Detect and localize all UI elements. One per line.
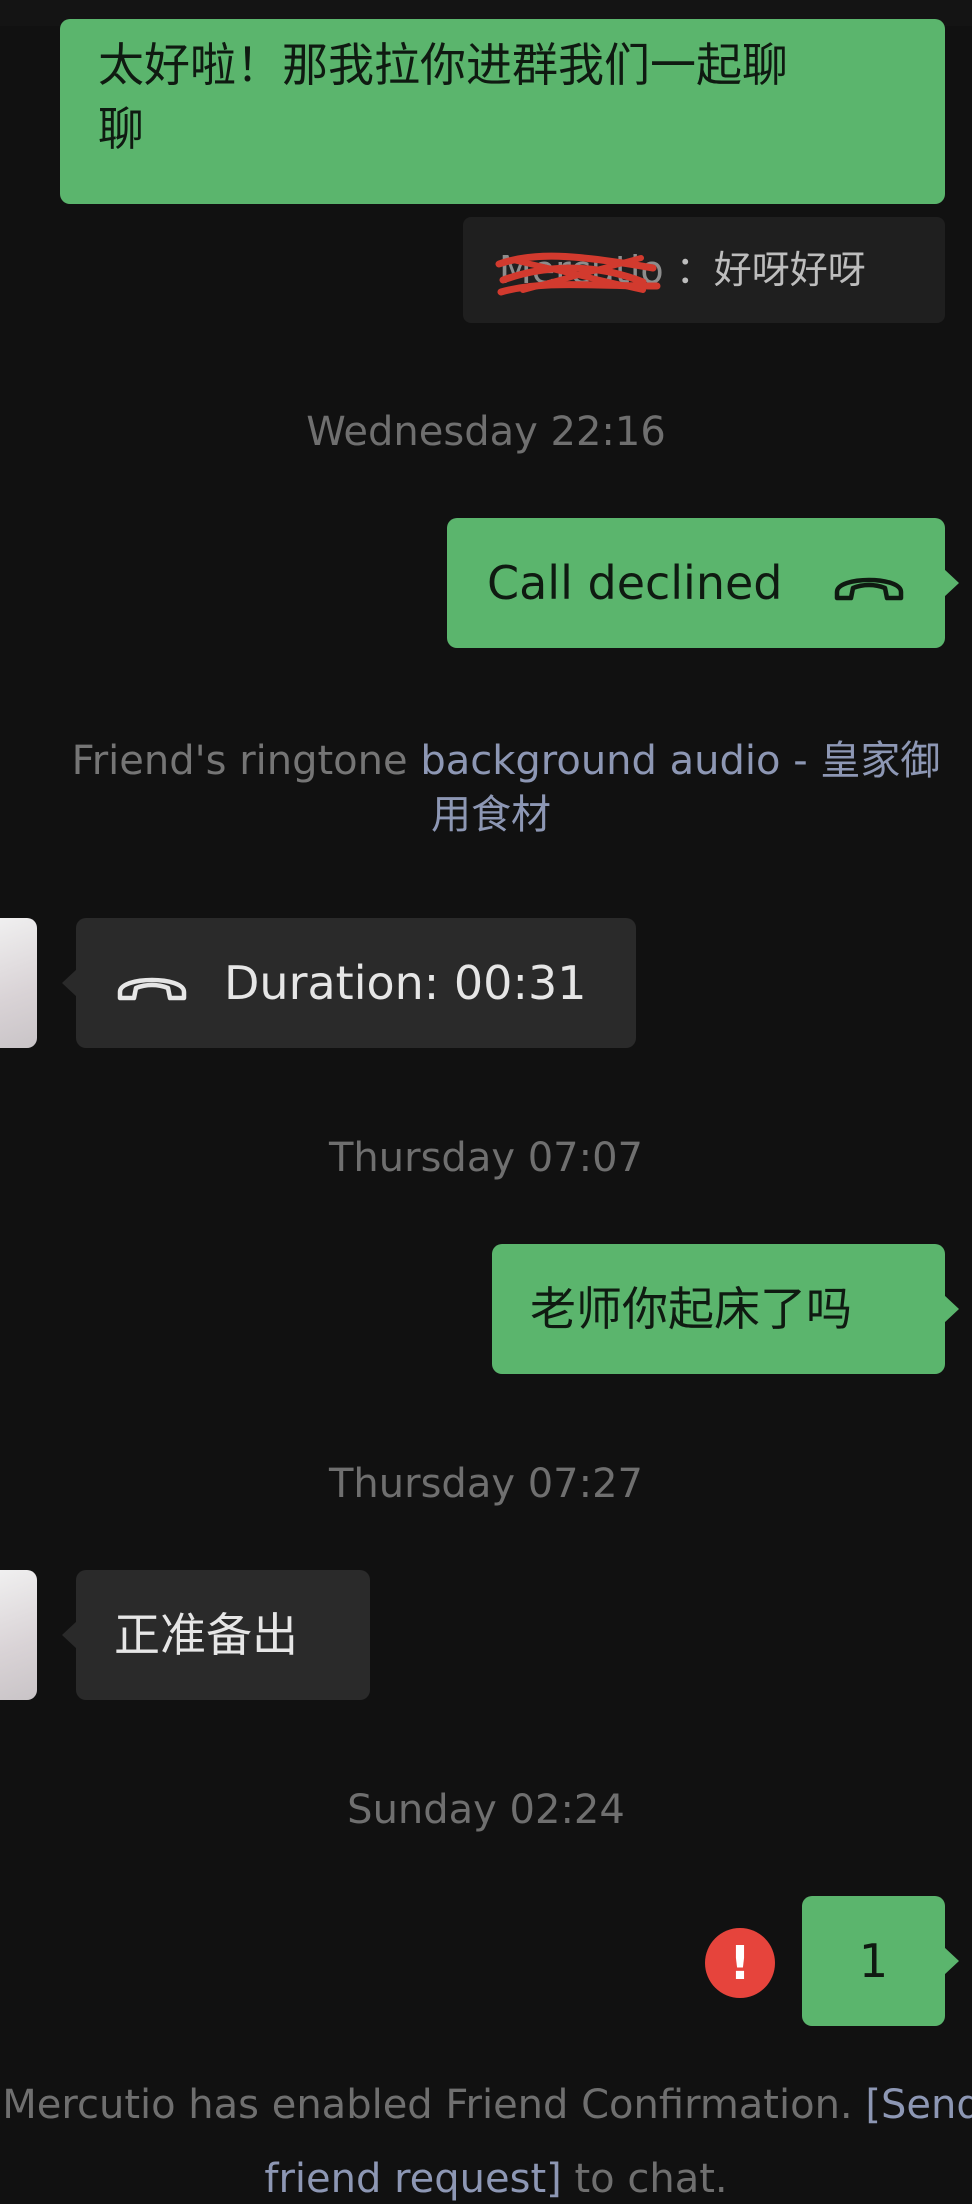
phone-hangup-icon [114, 964, 190, 1004]
ringtone-line-1: Friend's ringtone background audio - 皇家御 [40, 734, 972, 788]
message-bubble-outgoing[interactable]: 太好啦！那我拉你进群我们一起聊 聊 [60, 19, 945, 204]
ringtone-info: Friend's ringtone background audio - 皇家御… [40, 734, 972, 842]
message-text-line: 太好啦！那我拉你进群我们一起聊 [98, 38, 788, 92]
phone-hangup-icon [831, 564, 907, 604]
system-line-2: friend request] to chat. [0, 2142, 972, 2204]
send-friend-request-link-cont[interactable]: friend request] [264, 2156, 561, 2202]
ringtone-line-2: 用食材 [40, 788, 972, 842]
quoted-sender: Mercutio [495, 248, 676, 296]
ringtone-prefix: Friend's ringtone [71, 738, 421, 784]
send-failed-icon[interactable]: ! [705, 1928, 775, 1998]
message-text: 老师你起床了吗 [530, 1282, 852, 1336]
quoted-message[interactable]: Mercutio ：好呀好呀 [463, 217, 945, 323]
contact-avatar[interactable] [0, 918, 37, 1048]
timestamp: Wednesday 22:16 [306, 409, 666, 455]
timestamp: Thursday 07:07 [329, 1135, 643, 1181]
call-duration-label: Duration: 00:31 [224, 956, 587, 1010]
system-text: Mercutio has enabled Friend Confirmation… [2, 2082, 866, 2128]
ringtone-link[interactable]: background audio - 皇家御 [420, 738, 940, 784]
message-bubble-incoming[interactable]: 正准备出 [62, 1570, 370, 1700]
chat-window: 太好啦！那我拉你进群我们一起聊 聊 Mercutio ：好呀好呀 Wednesd… [0, 0, 972, 2204]
quoted-separator: ： [675, 248, 714, 292]
message-bubble-outgoing[interactable]: 1 [802, 1896, 959, 2026]
send-friend-request-link[interactable]: [Send [865, 2082, 972, 2128]
call-duration-bubble[interactable]: Duration: 00:31 [62, 918, 636, 1048]
message-text: 正准备出 [114, 1608, 298, 1662]
call-declined-label: Call declined [487, 556, 783, 610]
call-declined-bubble[interactable]: Call declined [447, 518, 959, 648]
system-text: to chat. [561, 2156, 728, 2202]
system-line-1: Mercutio has enabled Friend Confirmation… [0, 2068, 972, 2142]
ringtone-link-cont[interactable]: 用食材 [431, 792, 551, 838]
timestamp: Sunday 02:24 [347, 1787, 625, 1833]
message-bubble-outgoing[interactable]: 老师你起床了吗 [492, 1244, 959, 1374]
friend-confirmation-notice: Mercutio has enabled Friend Confirmation… [0, 2068, 972, 2204]
timestamp: Thursday 07:27 [329, 1461, 643, 1507]
message-text: 1 [858, 1934, 889, 1988]
quoted-text: 好呀好呀 [713, 248, 866, 292]
redaction-scribble [495, 252, 661, 296]
contact-avatar[interactable] [0, 1570, 37, 1700]
message-text-line: 聊 [98, 102, 144, 156]
